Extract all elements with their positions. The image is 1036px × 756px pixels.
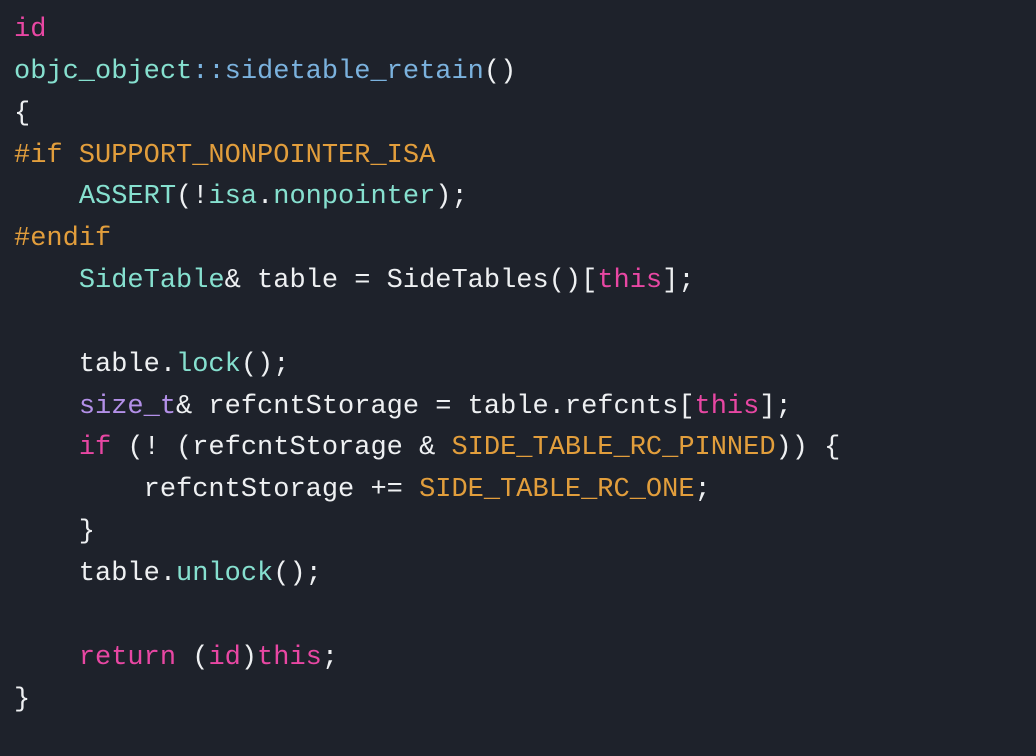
code-line: if (! (refcntStorage & SIDE_TABLE_RC_PIN… — [14, 433, 840, 463]
code-token: ) — [241, 643, 257, 673]
code-token: (! (refcntStorage & — [111, 433, 451, 463]
code-token: nonpointer — [273, 182, 435, 212]
code-line: size_t& refcntStorage = table.refcnts[th… — [14, 392, 792, 422]
code-token: id — [208, 643, 240, 673]
code-line: } — [14, 517, 95, 547]
code-line: id — [14, 15, 46, 45]
code-token: & table = SideTables()[ — [225, 266, 598, 296]
code-token: this — [597, 266, 662, 296]
code-token: table. — [14, 350, 176, 380]
code-line: return (id)this; — [14, 643, 338, 673]
code-token: refcntStorage += — [14, 475, 419, 505]
code-token: ]; — [662, 266, 694, 296]
code-token: . — [257, 182, 273, 212]
code-token: (! — [176, 182, 208, 212]
code-line: objc_object::sidetable_retain() — [14, 57, 516, 87]
code-token: #if SUPPORT_NONPOINTER_ISA — [14, 141, 435, 171]
code-line: SideTable& table = SideTables()[this]; — [14, 266, 695, 296]
code-line: table.lock(); — [14, 350, 289, 380]
code-token: ASSERT — [79, 182, 176, 212]
code-token: SIDE_TABLE_RC_ONE — [419, 475, 694, 505]
code-token: if — [79, 433, 111, 463]
code-line: } — [14, 685, 30, 715]
code-line: refcntStorage += SIDE_TABLE_RC_ONE; — [14, 475, 711, 505]
code-token — [14, 392, 79, 422]
code-token: (); — [241, 350, 290, 380]
code-token: ); — [435, 182, 467, 212]
code-token — [14, 433, 79, 463]
code-token: { — [14, 99, 30, 129]
code-token — [14, 266, 79, 296]
code-token: size_t — [79, 392, 176, 422]
code-token: isa — [208, 182, 257, 212]
code-line — [14, 308, 79, 338]
code-token: SIDE_TABLE_RC_PINNED — [451, 433, 775, 463]
code-token: ; — [322, 643, 338, 673]
code-line: ASSERT(!isa.nonpointer); — [14, 182, 468, 212]
code-block: id objc_object::sidetable_retain() { #if… — [0, 0, 1036, 731]
code-token: ]; — [759, 392, 791, 422]
code-token: this — [257, 643, 322, 673]
code-token — [14, 182, 79, 212]
code-token — [14, 643, 79, 673]
code-token: ( — [176, 643, 208, 673]
code-line: #if SUPPORT_NONPOINTER_ISA — [14, 141, 435, 171]
code-line: #endif — [14, 224, 111, 254]
code-token: :: — [192, 57, 224, 87]
code-token: sidetable_retain — [225, 57, 484, 87]
code-token: ; — [695, 475, 711, 505]
code-token: () — [484, 57, 516, 87]
code-token: id — [14, 15, 46, 45]
code-token: SideTable — [79, 266, 225, 296]
code-token: } — [14, 685, 30, 715]
code-token — [14, 308, 79, 338]
code-token: return — [79, 643, 176, 673]
code-line: { — [14, 99, 30, 129]
code-token: objc_object — [14, 57, 192, 87]
code-token: #endif — [14, 224, 111, 254]
code-token: lock — [176, 350, 241, 380]
code-token: )) { — [776, 433, 841, 463]
code-token: & refcntStorage = table.refcnts[ — [176, 392, 694, 422]
code-token: } — [14, 517, 95, 547]
code-token: this — [695, 392, 760, 422]
code-line: table.unlock(); — [14, 559, 322, 589]
code-token: unlock — [176, 559, 273, 589]
code-token: (); — [273, 559, 322, 589]
code-token: table. — [14, 559, 176, 589]
